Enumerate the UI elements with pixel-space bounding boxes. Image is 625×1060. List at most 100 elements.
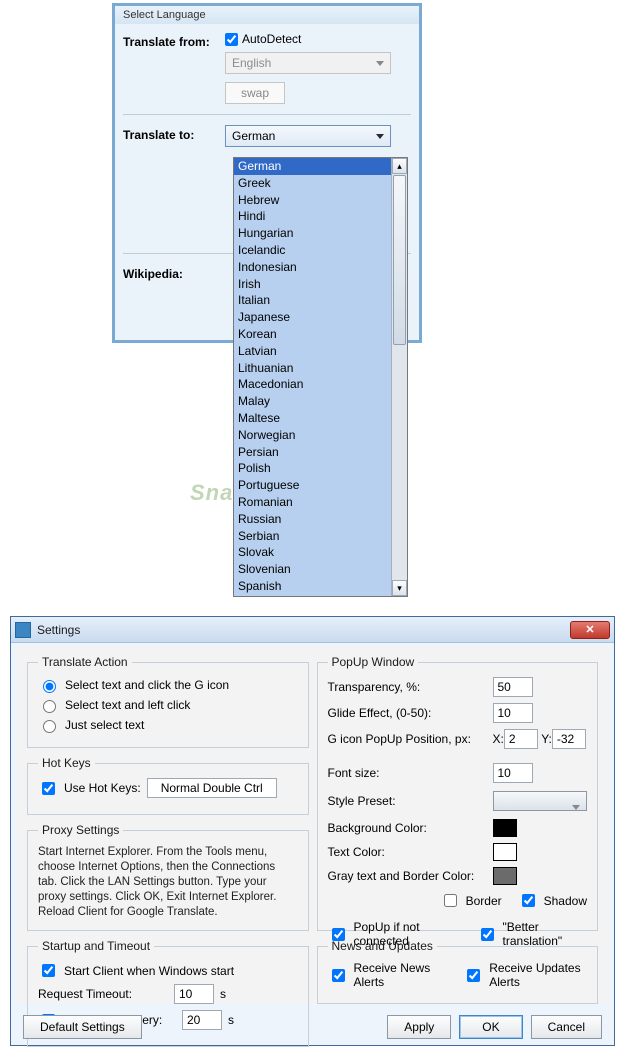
translate-to-select[interactable]: German (225, 125, 391, 147)
style-preset-label: Style Preset: (328, 794, 493, 808)
language-option[interactable]: Norwegian (234, 427, 391, 444)
language-option[interactable]: Polish (234, 460, 391, 477)
request-timeout-label: Request Timeout: (38, 987, 168, 1001)
glide-label: Glide Effect, (0-50): (328, 706, 493, 720)
font-size-label: Font size: (328, 766, 493, 780)
request-timeout-input[interactable] (174, 984, 214, 1004)
translate-from-select: English (225, 52, 391, 74)
language-option[interactable]: German (234, 158, 391, 175)
hotkeys-input[interactable] (147, 778, 277, 798)
scroll-up-icon[interactable]: ▴ (392, 158, 407, 174)
start-with-windows[interactable]: Start Client when Windows start (38, 961, 298, 980)
chevron-down-icon (376, 134, 384, 139)
language-option[interactable]: Korean (234, 326, 391, 343)
chevron-down-icon (572, 805, 580, 810)
cancel-button[interactable]: Cancel (531, 1015, 602, 1039)
default-settings-button[interactable]: Default Settings (23, 1015, 142, 1039)
language-option[interactable]: Portuguese (234, 477, 391, 494)
settings-window: Settings ✕ Translate Action Select text … (10, 616, 615, 1046)
language-option[interactable]: Italian (234, 292, 391, 309)
language-option[interactable]: Russian (234, 511, 391, 528)
transparency-input[interactable] (493, 677, 533, 697)
border-checkbox[interactable]: Border (440, 891, 502, 910)
language-option[interactable]: Persian (234, 444, 391, 461)
text-color-label: Text Color: (328, 845, 493, 859)
language-option[interactable]: Maltese (234, 410, 391, 427)
translate-from-value: English (232, 56, 271, 70)
window-title: Select Language (115, 6, 419, 24)
bg-color-label: Background Color: (328, 821, 493, 835)
language-option[interactable]: Serbian (234, 528, 391, 545)
receive-updates-alerts[interactable]: Receive Updates Alerts (463, 961, 587, 989)
autodetect-input[interactable] (225, 33, 238, 46)
startup-legend: Startup and Timeout (38, 939, 154, 953)
gray-color-label: Gray text and Border Color: (328, 869, 493, 883)
language-option[interactable]: Indonesian (234, 259, 391, 276)
transparency-label: Transparency, %: (328, 680, 493, 694)
scroll-thumb[interactable] (393, 175, 406, 345)
translate-action-opt1[interactable]: Select text and click the G icon (38, 677, 298, 693)
language-option[interactable]: Latvian (234, 343, 391, 360)
language-option[interactable]: Irish (234, 276, 391, 293)
receive-news-alerts[interactable]: Receive News Alerts (328, 961, 440, 989)
language-option[interactable]: Hindi (234, 208, 391, 225)
translate-action-group: Translate Action Select text and click t… (27, 655, 309, 748)
translate-from-label: Translate from: (123, 32, 225, 49)
language-option[interactable]: Lithuanian (234, 360, 391, 377)
language-option[interactable]: Malay (234, 393, 391, 410)
scrollbar[interactable]: ▴ ▾ (391, 158, 407, 596)
language-option[interactable]: Icelandic (234, 242, 391, 259)
news-updates-group: News and Updates Receive News Alerts Rec… (317, 939, 599, 1004)
app-icon (15, 622, 31, 638)
news-updates-legend: News and Updates (328, 939, 437, 953)
ok-button[interactable]: OK (459, 1015, 522, 1039)
proxy-group: Proxy Settings Start Internet Explorer. … (27, 823, 309, 931)
language-option[interactable]: Slovak (234, 544, 391, 561)
close-button[interactable]: ✕ (570, 621, 610, 639)
popup-group: PopUp Window Transparency, %: Glide Effe… (317, 655, 599, 931)
gray-color-swatch[interactable] (493, 867, 517, 885)
autodetect-checkbox[interactable]: AutoDetect (225, 32, 391, 46)
pos-x-input[interactable] (504, 729, 538, 749)
chevron-down-icon (376, 61, 384, 66)
language-option[interactable]: Hebrew (234, 192, 391, 209)
language-option[interactable]: Greek (234, 175, 391, 192)
language-option[interactable]: Japanese (234, 309, 391, 326)
settings-title: Settings (37, 623, 570, 637)
translate-action-opt2[interactable]: Select text and left click (38, 697, 298, 713)
glide-input[interactable] (493, 703, 533, 723)
scroll-down-icon[interactable]: ▾ (392, 580, 407, 596)
hotkeys-group: Hot Keys Use Hot Keys: (27, 756, 309, 815)
style-preset-select[interactable] (493, 791, 588, 811)
language-option[interactable]: Slovenian (234, 561, 391, 578)
shadow-checkbox[interactable]: Shadow (518, 891, 587, 910)
text-color-swatch[interactable] (493, 843, 517, 861)
close-icon: ✕ (585, 623, 594, 636)
language-option[interactable]: Romanian (234, 494, 391, 511)
language-option[interactable]: Macedonian (234, 376, 391, 393)
autodetect-label-text: AutoDetect (242, 32, 301, 46)
wikipedia-label: Wikipedia: (123, 264, 225, 281)
better-translation[interactable]: "Better translation" (477, 920, 587, 948)
language-option[interactable]: Hungarian (234, 225, 391, 242)
hotkeys-legend: Hot Keys (38, 756, 95, 770)
translate-to-value: German (232, 129, 275, 143)
proxy-legend: Proxy Settings (38, 823, 123, 837)
bg-color-swatch[interactable] (493, 819, 517, 837)
language-dropdown[interactable]: GermanGreekHebrewHindiHungarianIcelandic… (233, 157, 408, 597)
apply-button[interactable]: Apply (387, 1015, 451, 1039)
swap-button[interactable]: swap (225, 82, 285, 104)
translate-action-legend: Translate Action (38, 655, 132, 669)
use-hotkeys-checkbox[interactable] (42, 782, 55, 795)
language-option[interactable]: Spanish (234, 578, 391, 595)
titlebar[interactable]: Settings ✕ (11, 617, 614, 643)
proxy-text: Start Internet Explorer. From the Tools … (38, 845, 298, 920)
popup-legend: PopUp Window (328, 655, 419, 669)
language-option[interactable]: Swahili (234, 595, 391, 596)
pos-y-input[interactable] (552, 729, 586, 749)
translate-to-label: Translate to: (123, 125, 225, 142)
translate-action-opt3[interactable]: Just select text (38, 717, 298, 733)
use-hotkeys-label: Use Hot Keys: (64, 781, 141, 795)
font-size-input[interactable] (493, 763, 533, 783)
position-label: G icon PopUp Position, px: (328, 732, 493, 746)
